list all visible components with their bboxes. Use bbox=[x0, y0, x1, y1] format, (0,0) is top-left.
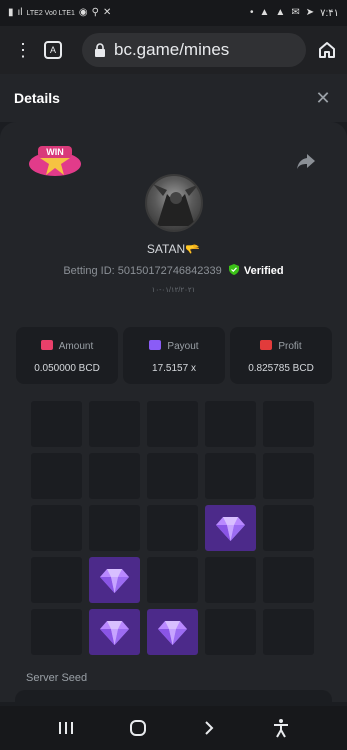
details-title: Details bbox=[14, 90, 60, 106]
details-header: Details ✕ bbox=[0, 74, 347, 122]
profit-card: Profit 0.825785 BCD bbox=[230, 327, 332, 384]
gem-icon bbox=[100, 569, 129, 593]
gem-icon bbox=[158, 621, 187, 645]
mute-icon: ✕ bbox=[102, 7, 112, 18]
win-badge-icon: WIN bbox=[29, 146, 81, 176]
betting-id-row: Betting ID: 50150172746842339 Verified bbox=[0, 264, 347, 277]
address-bar[interactable]: bc.game/mines bbox=[82, 33, 306, 67]
chevron-right-icon bbox=[205, 721, 214, 735]
mail-icon: ✉ bbox=[291, 7, 300, 18]
amount-icon bbox=[40, 340, 53, 350]
mine-tile bbox=[89, 401, 140, 447]
mine-tile bbox=[89, 453, 140, 499]
mine-tile bbox=[31, 609, 82, 655]
lock-icon bbox=[95, 43, 105, 57]
signal-icon: ıl bbox=[17, 7, 23, 18]
gem-icon bbox=[216, 517, 245, 541]
status-left: ▮ ıl LTE2 Vo0 LTE1 ◉ ⚲ ✕ bbox=[8, 8, 111, 18]
payout-card: Payout 17.5157 x bbox=[123, 327, 225, 384]
username: SATAN🫳 bbox=[146, 242, 201, 256]
home-nav-button[interactable] bbox=[126, 716, 150, 740]
location-icon: ⚲ bbox=[91, 7, 99, 18]
gem-tile bbox=[89, 557, 140, 603]
mine-tile bbox=[205, 609, 256, 655]
accessibility-icon bbox=[274, 719, 289, 738]
mine-tile bbox=[205, 453, 256, 499]
notification-dot-icon: • bbox=[249, 7, 254, 18]
amount-card: Amount 0.050000 BCD bbox=[16, 327, 118, 384]
profit-icon bbox=[260, 340, 273, 350]
twitter-icon: ▲ bbox=[259, 7, 270, 18]
mine-tile bbox=[147, 505, 198, 551]
recent-apps-button[interactable] bbox=[54, 716, 78, 740]
mine-tile bbox=[263, 401, 314, 447]
wifi-icon: ◉ bbox=[78, 7, 88, 18]
profit-value: 0.825785 BCD bbox=[248, 363, 314, 374]
url-text: bc.game/mines bbox=[114, 40, 230, 59]
avatar bbox=[145, 174, 203, 232]
status-bar: ▮ ıl LTE2 Vo0 LTE1 ◉ ⚲ ✕ • ▲ ▲ ✉ ➤ ۷:۴۱ bbox=[0, 0, 347, 26]
mine-tile bbox=[31, 453, 82, 499]
status-right: • ▲ ▲ ✉ ➤ ۷:۴۱ bbox=[250, 8, 339, 19]
amount-value: 0.050000 BCD bbox=[34, 363, 100, 374]
mine-tile bbox=[205, 401, 256, 447]
telegram-icon: ➤ bbox=[305, 7, 315, 18]
browser-toolbar: ⋮ A bc.game/mines bbox=[0, 26, 347, 74]
verified-shield-icon bbox=[228, 264, 239, 275]
mine-tile bbox=[31, 505, 82, 551]
gem-icon bbox=[100, 621, 129, 645]
network-label: LTE2 Vo0 LTE1 bbox=[26, 9, 75, 17]
clock: ۷:۴۱ bbox=[320, 7, 339, 19]
twitter-icon-2: ▲ bbox=[275, 7, 286, 18]
mine-tile bbox=[31, 401, 82, 447]
gem-tile bbox=[205, 505, 256, 551]
mine-tile bbox=[147, 401, 198, 447]
android-nav-bar bbox=[0, 706, 347, 750]
share-icon[interactable] bbox=[296, 152, 316, 170]
payout-icon bbox=[149, 340, 162, 350]
gem-tile bbox=[147, 609, 198, 655]
mine-tile bbox=[31, 557, 82, 603]
amount-label-row: Amount bbox=[16, 340, 118, 352]
profit-label: Profit bbox=[278, 341, 302, 352]
betting-id: Betting ID: 50150172746842339 bbox=[63, 265, 222, 277]
home-nav-icon bbox=[129, 720, 146, 736]
verified-label: Verified bbox=[243, 265, 284, 277]
svg-text:WIN: WIN bbox=[46, 147, 64, 157]
payout-value: 17.5157 x bbox=[152, 363, 196, 374]
recent-apps-icon bbox=[58, 722, 73, 734]
mine-tile bbox=[205, 557, 256, 603]
mine-tile bbox=[263, 609, 314, 655]
mine-tile bbox=[89, 505, 140, 551]
mine-tile bbox=[147, 557, 198, 603]
bet-details-panel: WIN SATAN🫳 Betting ID: 50150172746842339… bbox=[0, 122, 347, 730]
close-icon[interactable]: ✕ bbox=[313, 88, 333, 109]
bet-date: ۱۰-۰۱/۱۲/۲۰۲۱ bbox=[151, 287, 196, 294]
mine-tile bbox=[263, 505, 314, 551]
mine-tile bbox=[263, 557, 314, 603]
accessibility-button[interactable] bbox=[269, 716, 293, 740]
mine-tile bbox=[147, 453, 198, 499]
amount-label: Amount bbox=[58, 341, 94, 352]
battery-icon: ▮ bbox=[8, 7, 14, 18]
home-icon[interactable] bbox=[317, 40, 337, 60]
tab-switcher-icon[interactable]: A bbox=[44, 41, 62, 59]
gem-tile bbox=[89, 609, 140, 655]
server-seed-label: Server Seed bbox=[26, 672, 88, 684]
back-nav-button[interactable] bbox=[197, 716, 221, 740]
payout-label: Payout bbox=[167, 341, 199, 352]
browser-menu-icon[interactable]: ⋮ bbox=[12, 40, 34, 61]
payout-label-row: Payout bbox=[123, 340, 225, 352]
avatar-figure-icon bbox=[153, 184, 199, 226]
profit-label-row: Profit bbox=[230, 340, 332, 352]
mine-tile bbox=[263, 453, 314, 499]
